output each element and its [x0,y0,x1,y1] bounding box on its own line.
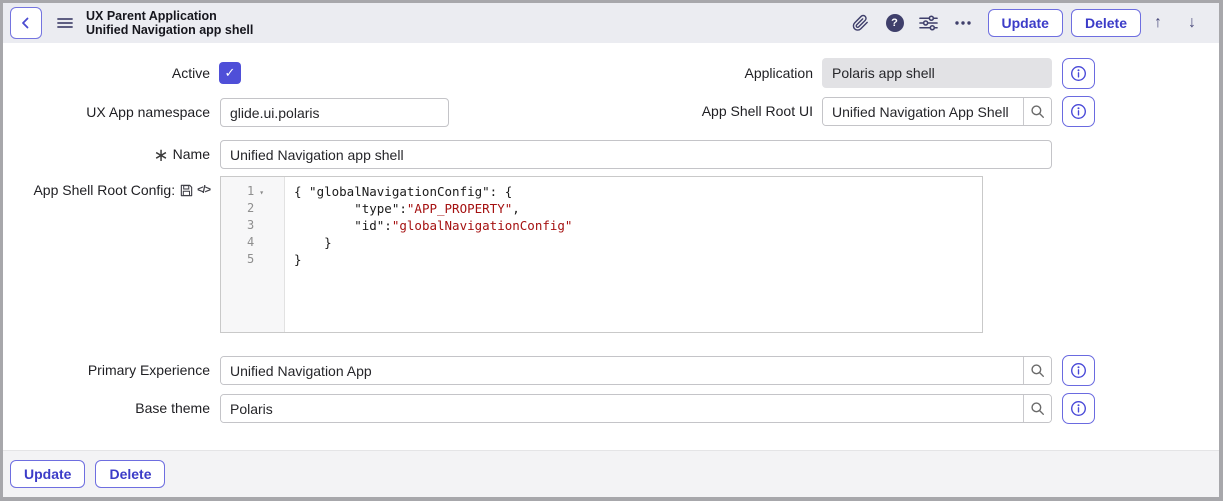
page-title-line2: Unified Navigation app shell [86,23,254,37]
app-shell-root-config-label: App Shell Root Config: </> [3,176,211,205]
help-button[interactable]: ? [878,8,912,38]
context-menu-icon[interactable] [57,17,73,29]
delete-button-footer[interactable]: Delete [95,460,166,488]
search-icon [1031,364,1045,378]
form-footer: Update Delete [3,450,1219,497]
check-icon: ✓ [224,65,236,80]
code-line[interactable]: "type":"APP_PROPERTY", [294,200,982,217]
page-title-line1: UX Parent Application [86,9,217,23]
base-theme-info-button[interactable] [1062,393,1095,424]
name-label: ∗ Name [153,145,210,165]
primary-experience-field [220,356,1052,385]
info-icon [1071,363,1086,378]
page-title: UX Parent Application Unified Navigation… [86,9,253,37]
application-info-button[interactable] [1062,58,1095,89]
code-gutter: 1 ▾ 2 3 4 5 [221,177,285,332]
active-label: Active [171,65,210,81]
app-shell-root-ui-field [822,97,1052,126]
fold-arrow-icon[interactable]: ▾ [259,188,264,197]
ellipsis-icon [954,21,971,25]
search-icon [1031,402,1045,416]
sliders-icon [919,15,938,31]
code-line[interactable]: { "globalNavigationConfig": { [294,183,982,200]
header-actions: ? Update Delete ↑ ↓ [844,8,1209,38]
line-number: 4 [247,235,255,249]
info-icon [1071,66,1086,81]
primary-experience-lookup-button[interactable] [1023,357,1051,384]
ux-app-namespace-label: UX App namespace [86,104,210,120]
base-theme-input[interactable] [221,395,1023,422]
primary-experience-info-button[interactable] [1062,355,1095,386]
name-input[interactable] [220,140,1052,169]
ux-app-namespace-input[interactable] [220,98,449,127]
hamburger-icon [57,18,73,28]
line-number: 3 [247,218,255,232]
application-label: Application [744,65,814,81]
active-checkbox[interactable]: ✓ [219,62,241,84]
base-theme-field [220,394,1052,423]
update-button-header[interactable]: Update [987,9,1063,37]
previous-record-icon[interactable]: ↑ [1141,8,1175,38]
next-record-icon[interactable]: ↓ [1175,8,1209,38]
code-icon[interactable]: </> [197,176,211,205]
personalize-form-button[interactable] [912,8,946,38]
app-shell-root-ui-info-button[interactable] [1062,96,1095,127]
search-icon [1031,105,1045,119]
record-form-window: UX Parent Application Unified Navigation… [0,0,1223,501]
base-theme-lookup-button[interactable] [1023,395,1051,422]
paperclip-icon [852,14,868,31]
attachment-button[interactable] [844,8,878,38]
save-icon[interactable] [179,183,194,198]
delete-button-header[interactable]: Delete [1070,9,1141,37]
code-line[interactable]: } [294,251,982,268]
form-body: Active ✓ Application Polaris app shell U… [3,43,1219,450]
info-icon [1071,104,1086,119]
application-field: Polaris app shell [822,58,1052,88]
line-number: 1 ▾ [247,184,265,198]
required-marker: ∗ [153,145,169,165]
app-shell-root-ui-input[interactable] [823,98,1023,125]
base-theme-label: Base theme [135,400,210,416]
app-shell-root-ui-label: App Shell Root UI [701,103,813,119]
code-lines[interactable]: { "globalNavigationConfig": { "type":"AP… [285,177,982,332]
line-number: 5 [247,252,255,266]
chevron-left-icon [22,17,29,29]
info-icon [1071,401,1086,416]
line-number: 2 [247,201,255,215]
help-icon: ? [885,14,904,32]
back-button[interactable] [10,7,42,39]
config-code-editor[interactable]: 1 ▾ 2 3 4 5 { "globalNavigationConfig": { "ty… [220,176,983,333]
form-header: UX Parent Application Unified Navigation… [3,3,1219,43]
app-shell-root-ui-lookup-button[interactable] [1023,98,1051,125]
more-options-button[interactable] [946,8,980,38]
update-button-footer[interactable]: Update [10,460,86,488]
code-line[interactable]: } [294,234,982,251]
primary-experience-label: Primary Experience [87,362,210,378]
primary-experience-input[interactable] [221,357,1023,384]
code-line[interactable]: "id":"globalNavigationConfig" [294,217,982,234]
